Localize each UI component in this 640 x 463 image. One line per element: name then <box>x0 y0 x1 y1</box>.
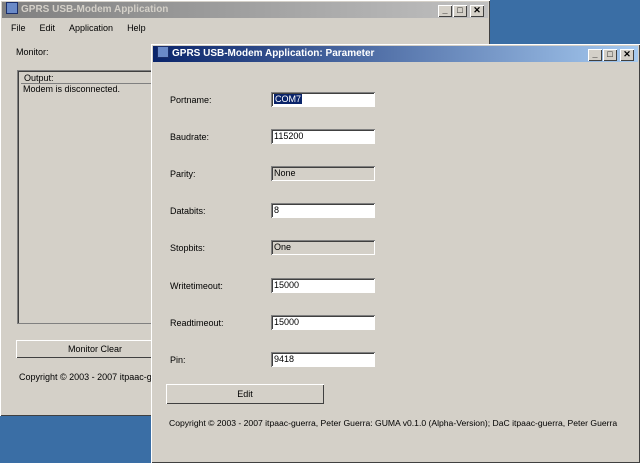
main-copyright: Copyright © 2003 - 2007 itpaac-g <box>19 372 152 382</box>
main-window-title: GPRS USB-Modem Application <box>21 4 169 15</box>
baudrate-label: Baudrate: <box>170 132 210 142</box>
output-list[interactable]: Output: Modem is disconnected. <box>17 70 159 324</box>
portname-label: Portname: <box>170 95 212 105</box>
databits-field[interactable]: 8 <box>271 203 375 218</box>
output-line: Modem is disconnected. <box>23 84 121 94</box>
main-window-titlebar[interactable]: GPRS USB-Modem Application _ □ ✕ <box>2 2 488 18</box>
app-icon <box>157 46 169 58</box>
monitor-clear-label: Monitor Clear <box>67 344 123 354</box>
stopbits-field[interactable]: One <box>271 240 375 255</box>
readtimeout-field[interactable]: 15000 <box>271 315 375 330</box>
menu-edit[interactable]: Edit <box>33 20 63 36</box>
edit-button[interactable]: Edit <box>166 384 324 404</box>
edit-button-label: Edit <box>237 389 253 399</box>
minimize-icon: _ <box>592 49 598 59</box>
close-button[interactable]: ✕ <box>470 5 484 17</box>
app-icon <box>6 2 18 14</box>
parity-label: Parity: <box>170 169 196 179</box>
menu-application[interactable]: Application <box>62 20 120 36</box>
readtimeout-label: Readtimeout: <box>170 318 224 328</box>
output-column-header[interactable]: Output: <box>21 73 158 84</box>
writetimeout-field[interactable]: 15000 <box>271 278 375 293</box>
writetimeout-label: Writetimeout: <box>170 281 223 291</box>
baudrate-field[interactable]: 115200 <box>271 129 375 144</box>
close-icon: ✕ <box>473 5 481 15</box>
stopbits-label: Stopbits: <box>170 243 206 253</box>
menubar: File Edit Application Help <box>4 20 153 36</box>
minimize-button[interactable]: _ <box>588 49 602 61</box>
pin-label: Pin: <box>170 355 186 365</box>
portname-value: COM7 <box>274 94 303 104</box>
close-icon: ✕ <box>623 49 631 59</box>
desktop: { "main_window": { "title": "GPRS USB-Mo… <box>0 0 640 463</box>
databits-label: Databits: <box>170 206 206 216</box>
parameter-copyright: Copyright © 2003 - 2007 itpaac-guerra, P… <box>169 418 618 428</box>
menu-help[interactable]: Help <box>120 20 153 36</box>
parameter-window-titlebar[interactable]: GPRS USB-Modem Application: Parameter _ … <box>153 46 638 62</box>
maximize-icon: □ <box>457 5 463 15</box>
maximize-button[interactable]: □ <box>603 49 617 61</box>
menu-file[interactable]: File <box>4 20 33 36</box>
pin-field[interactable]: 9418 <box>271 352 375 367</box>
maximize-icon: □ <box>607 49 613 59</box>
minimize-button[interactable]: _ <box>438 5 452 17</box>
portname-field[interactable]: COM7 <box>271 92 375 107</box>
monitor-label: Monitor: <box>16 47 49 57</box>
minimize-icon: _ <box>442 5 448 15</box>
parity-field[interactable]: None <box>271 166 375 181</box>
close-button[interactable]: ✕ <box>620 49 634 61</box>
parameter-window-title: GPRS USB-Modem Application: Parameter <box>172 48 375 59</box>
maximize-button[interactable]: □ <box>453 5 467 17</box>
